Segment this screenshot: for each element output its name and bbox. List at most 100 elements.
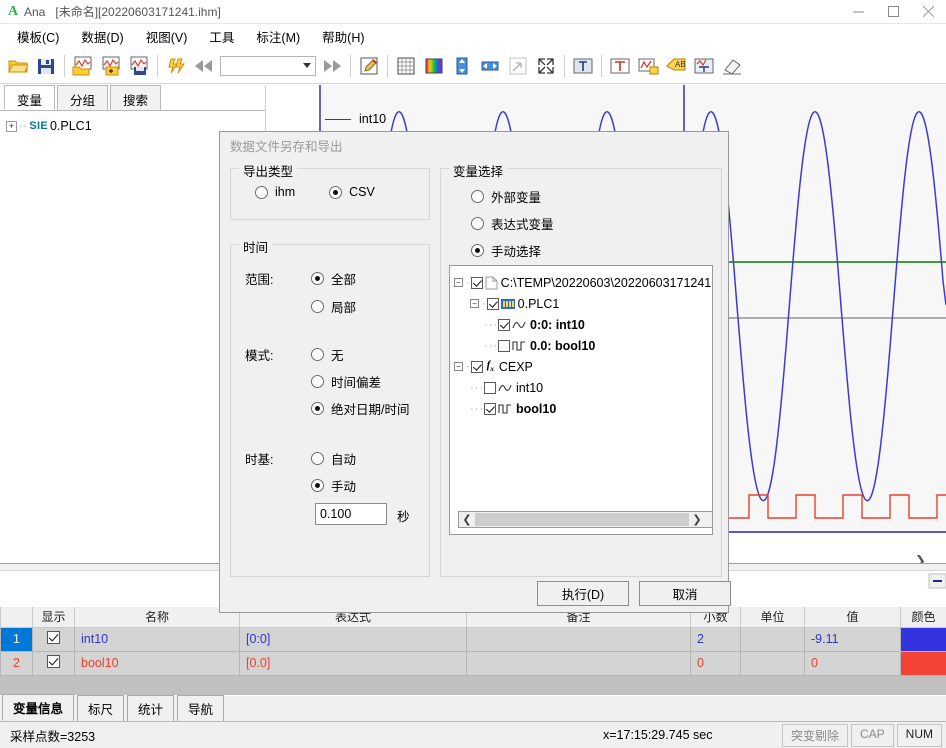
row-color-swatch[interactable] — [900, 626, 946, 652]
radio-icon[interactable] — [311, 375, 324, 388]
table-row[interactable]: 2 bool10 [0.0] 0 0 — [0, 650, 946, 676]
radio-external-variable[interactable]: 外部变量 — [471, 187, 541, 206]
tab-groups[interactable]: 分组 — [57, 85, 109, 110]
collapse-icon[interactable]: − — [454, 278, 463, 287]
radio-range-all[interactable]: 全部 — [311, 269, 356, 288]
zoom-fit-icon[interactable] — [532, 52, 560, 80]
tree-checkbox-icon[interactable] — [484, 402, 496, 415]
tree-hscrollbar[interactable]: ❮ ❯ — [458, 511, 712, 528]
row-expression[interactable]: [0:0] — [239, 626, 467, 652]
radio-mode-offset[interactable]: 时间偏差 — [311, 372, 381, 391]
menu-annotation[interactable]: 标注(M) — [245, 24, 311, 49]
close-icon[interactable] — [911, 0, 946, 24]
tree-node-cexp-bool10[interactable]: ··· bool10 — [454, 398, 708, 419]
row-expression[interactable]: [0.0] — [239, 650, 467, 676]
expand-icon[interactable]: + — [6, 120, 17, 132]
maximize-icon[interactable] — [876, 0, 911, 24]
forward-icon[interactable] — [318, 52, 346, 80]
tree-node-bool10[interactable]: ··· 0.0: bool10 — [454, 335, 708, 356]
row-decimals[interactable]: 2 — [690, 626, 741, 652]
radio-icon[interactable] — [311, 452, 324, 465]
scroll-right-icon[interactable]: ❯ — [689, 513, 705, 526]
row-show-checkbox[interactable] — [32, 650, 75, 676]
variable-tree[interactable]: − · C:\TEMP\20220603\20220603171241. − ·… — [449, 265, 713, 535]
collapse-icon[interactable]: − — [454, 362, 463, 371]
cancel-button[interactable]: 取消 — [639, 581, 731, 606]
col-color[interactable]: 颜色 — [900, 607, 946, 628]
radio-timebase-auto[interactable]: 自动 — [311, 449, 356, 468]
row-name[interactable]: int10 — [74, 626, 240, 652]
tag-ab-icon[interactable]: AB — [662, 52, 690, 80]
row-note[interactable] — [466, 650, 691, 676]
row-decimals[interactable]: 0 — [690, 650, 741, 676]
rewind-icon[interactable] — [190, 52, 218, 80]
refresh-icon[interactable] — [162, 52, 190, 80]
row-name[interactable]: bool10 — [74, 650, 240, 676]
tab-variable-info[interactable]: 变量信息 — [2, 694, 75, 721]
minimize-icon[interactable] — [841, 0, 876, 24]
radio-timebase-manual[interactable]: 手动 — [311, 476, 356, 495]
tab-variables[interactable]: 变量 — [4, 85, 56, 110]
radio-icon-selected[interactable] — [471, 244, 484, 257]
tree-node-file[interactable]: − · C:\TEMP\20220603\20220603171241. — [454, 272, 712, 293]
cursor-icon[interactable] — [569, 52, 597, 80]
radio-icon[interactable] — [471, 217, 484, 230]
table-row[interactable]: 1 int10 [0:0] 2 -9.11 — [0, 626, 946, 652]
row-note[interactable] — [466, 626, 691, 652]
eraser-icon[interactable] — [718, 52, 746, 80]
tree-node-cexp-int10[interactable]: ··· int10 — [454, 377, 708, 398]
row-show-checkbox[interactable] — [32, 626, 75, 652]
export-dialog[interactable]: 数据文件另存和导出 导出类型 ihm CSV 时间 范围: 全部 局部 模式: … — [219, 131, 731, 613]
col-index[interactable] — [0, 607, 33, 628]
row-color-swatch[interactable] — [900, 650, 946, 676]
col-unit[interactable]: 单位 — [740, 607, 805, 628]
tree-checkbox-icon[interactable] — [470, 276, 483, 289]
radio-icon[interactable] — [311, 300, 324, 313]
tree-node-int10[interactable]: ··· 0:0: int10 — [454, 314, 708, 335]
save-disk-icon[interactable] — [32, 52, 60, 80]
radio-manual-select[interactable]: 手动选择 — [471, 241, 541, 260]
col-show[interactable]: 显示 — [32, 607, 75, 628]
marker-icon[interactable] — [606, 52, 634, 80]
menu-tools[interactable]: 工具 — [198, 24, 245, 49]
chart-marker-icon[interactable] — [690, 52, 718, 80]
checkbox-icon[interactable] — [47, 655, 60, 668]
scrollbar-thumb[interactable] — [475, 513, 689, 526]
tree-node-cexp[interactable]: − · fx CEXP — [454, 356, 708, 377]
timebase-input[interactable] — [315, 503, 387, 525]
chart-scroll-right-icon[interactable]: ❯ — [915, 553, 926, 563]
row-unit[interactable] — [740, 626, 805, 652]
tab-search[interactable]: 搜索 — [110, 85, 162, 110]
tree-checkbox-icon[interactable] — [486, 297, 499, 310]
open-chart-icon[interactable] — [69, 52, 97, 80]
tree-checkbox-icon[interactable] — [498, 339, 510, 352]
menu-help[interactable]: 帮助(H) — [311, 24, 375, 49]
tab-navigation[interactable]: 导航 — [177, 695, 225, 721]
radio-icon-selected[interactable] — [329, 185, 343, 199]
radio-export-ihm[interactable]: ihm — [255, 185, 295, 199]
tree-node-plc[interactable]: − · 0.PLC1 — [454, 293, 708, 314]
radio-icon-selected[interactable] — [311, 272, 324, 285]
radio-export-csv[interactable]: CSV — [329, 185, 375, 199]
tree-checkbox-icon[interactable] — [484, 381, 496, 394]
edit-pencil-icon[interactable] — [355, 52, 383, 80]
tab-statistics[interactable]: 统计 — [127, 695, 175, 721]
curve-marker-icon[interactable] — [634, 52, 662, 80]
radio-mode-absolute[interactable]: 绝对日期/时间 — [311, 399, 409, 418]
radio-expression-variable[interactable]: 表达式变量 — [471, 214, 554, 233]
row-index[interactable]: 2 — [0, 650, 33, 676]
menu-template[interactable]: 模板(C) — [6, 24, 70, 49]
col-name[interactable]: 名称 — [74, 607, 240, 628]
tree-checkbox-icon[interactable] — [498, 318, 510, 331]
row-index[interactable]: 1 — [0, 626, 33, 652]
row-value[interactable]: 0 — [804, 650, 901, 676]
zoom-out-icon[interactable] — [504, 52, 532, 80]
collapse-icon[interactable]: − — [470, 299, 479, 308]
row-unit[interactable] — [740, 650, 805, 676]
execute-button[interactable]: 执行(D) — [537, 581, 629, 606]
menu-data[interactable]: 数据(D) — [70, 24, 134, 49]
toolbar-combo[interactable] — [220, 55, 316, 76]
radio-mode-none[interactable]: 无 — [311, 345, 344, 364]
radio-icon[interactable] — [311, 348, 324, 361]
radio-icon-selected[interactable] — [311, 402, 324, 415]
